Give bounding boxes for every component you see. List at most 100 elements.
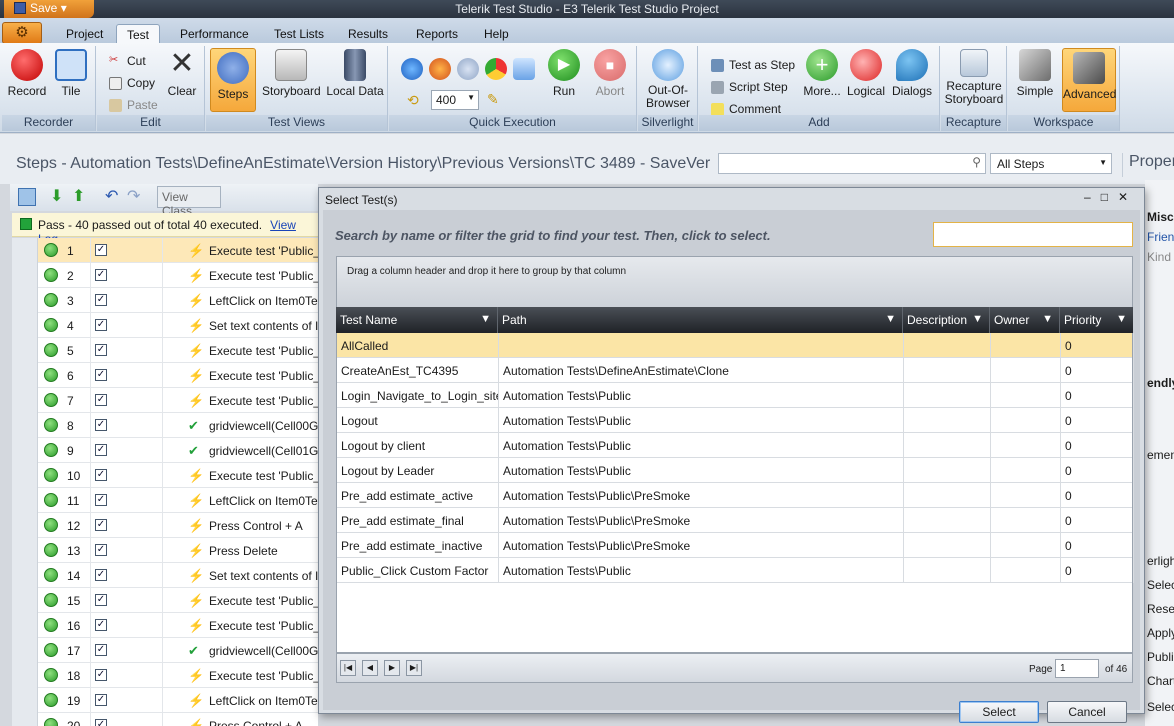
- property-item[interactable]: Misc: [1147, 210, 1174, 224]
- row-selector[interactable]: [12, 713, 38, 726]
- column-description[interactable]: Description ▼: [903, 307, 990, 333]
- row-selector[interactable]: [12, 613, 38, 638]
- next-page-icon[interactable]: ▶: [384, 660, 400, 676]
- step-enabled-checkbox[interactable]: ✓: [95, 244, 107, 256]
- test-row[interactable]: Logout by client Automation Tests\Public 0: [337, 433, 1134, 458]
- copy-button[interactable]: Copy: [109, 74, 155, 92]
- filter-icon[interactable]: ▼: [972, 313, 983, 325]
- logical-button[interactable]: Logical: [843, 49, 889, 98]
- close-icon[interactable]: ✕: [1118, 190, 1138, 204]
- row-selector[interactable]: [12, 663, 38, 688]
- property-item[interactable]: Selec: [1147, 700, 1174, 714]
- test-search-input[interactable]: [933, 222, 1133, 247]
- tab-reports[interactable]: Reports: [406, 24, 468, 44]
- test-row[interactable]: Pre_add estimate_active Automation Tests\…: [337, 483, 1134, 508]
- group-drop-zone[interactable]: Drag a column header and drop it here to…: [336, 256, 1133, 308]
- step-enabled-checkbox[interactable]: ✓: [95, 319, 107, 331]
- row-selector[interactable]: [12, 388, 38, 413]
- step-enabled-checkbox[interactable]: ✓: [95, 519, 107, 531]
- column-owner[interactable]: Owner ▼: [990, 307, 1060, 333]
- run-button[interactable]: ▶ Run: [541, 49, 587, 98]
- advanced-button[interactable]: Advanced: [1062, 48, 1116, 112]
- step-enabled-checkbox[interactable]: ✓: [95, 469, 107, 481]
- property-item[interactable]: emen: [1147, 448, 1174, 462]
- step-row[interactable]: 9 ✓ ✔ gridviewcell(Cell01G: [12, 438, 318, 463]
- undo-icon[interactable]: ↶: [105, 188, 123, 206]
- tab-project[interactable]: Project: [56, 24, 113, 44]
- local-data-button[interactable]: Local Data: [326, 49, 384, 98]
- test-row[interactable]: Logout Automation Tests\Public 0: [337, 408, 1134, 433]
- test-row[interactable]: AllCalled 0: [337, 333, 1134, 358]
- script-step-button[interactable]: Script Step: [711, 78, 788, 96]
- page-input[interactable]: 1: [1055, 659, 1099, 678]
- tab-results[interactable]: Results: [338, 24, 398, 44]
- step-enabled-checkbox[interactable]: ✓: [95, 544, 107, 556]
- steps-filter-select[interactable]: All Steps ▼: [990, 153, 1112, 174]
- paste-button[interactable]: Paste: [109, 96, 158, 114]
- step-row[interactable]: 12 ✓ ⚡ Press Control + A: [12, 513, 318, 538]
- step-enabled-checkbox[interactable]: ✓: [95, 594, 107, 606]
- step-row[interactable]: 2 ✓ ⚡ Execute test 'Public_V: [12, 263, 318, 288]
- row-selector[interactable]: [12, 238, 38, 263]
- row-selector[interactable]: [12, 688, 38, 713]
- row-selector[interactable]: [12, 363, 38, 388]
- step-enabled-checkbox[interactable]: ✓: [95, 669, 107, 681]
- test-row[interactable]: Pre_add estimate_final Automation Tests\P…: [337, 508, 1134, 533]
- more-button[interactable]: + More...: [799, 49, 845, 98]
- step-enabled-checkbox[interactable]: ✓: [95, 644, 107, 656]
- step-enabled-checkbox[interactable]: ✓: [95, 344, 107, 356]
- record-button[interactable]: Record: [4, 49, 50, 98]
- step-enabled-checkbox[interactable]: ✓: [95, 294, 107, 306]
- tab-help[interactable]: Help: [474, 24, 519, 44]
- step-row[interactable]: 11 ✓ ⚡ LeftClick on Item0Te: [12, 488, 318, 513]
- step-enabled-checkbox[interactable]: ✓: [95, 569, 107, 581]
- view-class-button[interactable]: View Class: [157, 186, 221, 218]
- row-selector[interactable]: [12, 513, 38, 538]
- tab-test-lists[interactable]: Test Lists: [264, 24, 334, 44]
- step-row[interactable]: 10 ✓ ⚡ Execute test 'Public_V: [12, 463, 318, 488]
- steps-search-input[interactable]: ⚲: [718, 153, 986, 174]
- tab-performance[interactable]: Performance: [170, 24, 259, 44]
- column-test-name[interactable]: Test Name ▼: [336, 307, 498, 333]
- maximize-icon[interactable]: □: [1101, 190, 1118, 204]
- step-row[interactable]: 13 ✓ ⚡ Press Delete: [12, 538, 318, 563]
- recapture-storyboard-button[interactable]: Recapture Storyboard: [943, 49, 1005, 106]
- step-row[interactable]: 4 ✓ ⚡ Set text contents of It: [12, 313, 318, 338]
- app-menu-button[interactable]: ⚙: [2, 22, 42, 44]
- step-row[interactable]: 17 ✓ ✔ gridviewcell(Cell00G: [12, 638, 318, 663]
- row-selector[interactable]: [12, 588, 38, 613]
- property-item[interactable]: Selec: [1147, 578, 1174, 592]
- minimize-icon[interactable]: –: [1084, 190, 1101, 204]
- row-selector[interactable]: [12, 438, 38, 463]
- step-row[interactable]: 6 ✓ ⚡ Execute test 'Public_V: [12, 363, 318, 388]
- move-down-icon[interactable]: ⬇: [50, 188, 68, 206]
- test-row[interactable]: Logout by Leader Automation Tests\Public 0: [337, 458, 1134, 483]
- filter-icon[interactable]: ▼: [1042, 313, 1053, 325]
- select-button[interactable]: Select: [959, 701, 1039, 723]
- cancel-button[interactable]: Cancel: [1047, 701, 1127, 723]
- row-selector[interactable]: [12, 538, 38, 563]
- highlight-icon[interactable]: ✎: [487, 91, 499, 108]
- tile-button[interactable]: Tile: [48, 49, 94, 98]
- simple-button[interactable]: Simple: [1012, 49, 1058, 98]
- step-enabled-checkbox[interactable]: ✓: [95, 494, 107, 506]
- row-selector[interactable]: [12, 338, 38, 363]
- step-row[interactable]: 20 ✓ ⚡ Press Control + A: [12, 713, 318, 726]
- move-up-icon[interactable]: ⬆: [72, 188, 90, 206]
- test-row[interactable]: Login_Navigate_to_Login_site Automation T…: [337, 383, 1134, 408]
- row-selector[interactable]: [12, 563, 38, 588]
- safari-browser-icon[interactable]: [457, 58, 479, 80]
- row-selector[interactable]: [12, 463, 38, 488]
- column-path[interactable]: Path ▼: [498, 307, 903, 333]
- column-priority[interactable]: Priority ▼: [1060, 307, 1133, 333]
- step-row[interactable]: 7 ✓ ⚡ Execute test 'Public_V: [12, 388, 318, 413]
- step-row[interactable]: 16 ✓ ⚡ Execute test 'Public_V: [12, 613, 318, 638]
- step-enabled-checkbox[interactable]: ✓: [95, 369, 107, 381]
- redo-icon[interactable]: ↷: [127, 188, 145, 206]
- step-enabled-checkbox[interactable]: ✓: [95, 394, 107, 406]
- test-row[interactable]: Pre_add estimate_inactive Automation Test…: [337, 533, 1134, 558]
- first-page-icon[interactable]: |◀: [340, 660, 356, 676]
- test-as-step-button[interactable]: Test as Step: [711, 56, 795, 74]
- cut-button[interactable]: ✂ Cut: [109, 52, 146, 70]
- property-item[interactable]: Chart: [1147, 674, 1174, 688]
